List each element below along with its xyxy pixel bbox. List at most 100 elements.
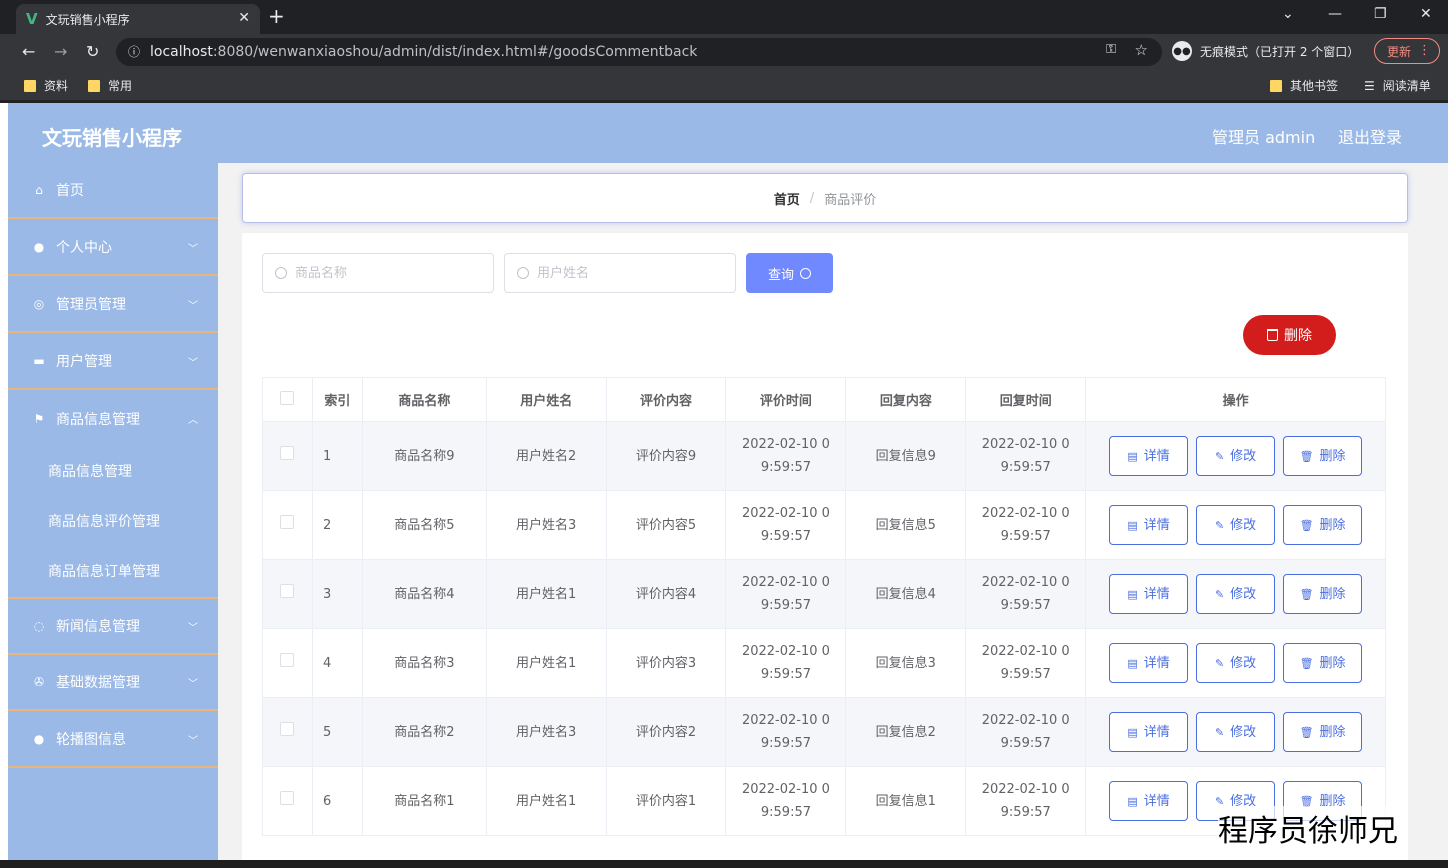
- detail-button[interactable]: ▤ 详情: [1109, 574, 1189, 614]
- bookmark-star-icon[interactable]: ☆: [1135, 41, 1148, 59]
- sidebar-item-news[interactable]: ◌ 新闻信息管理 ﹀: [8, 597, 218, 655]
- comment-time-cell: 2022-02-10 0 9:59:57: [725, 490, 847, 560]
- search-icon: [800, 267, 811, 279]
- edit-button[interactable]: ✎ 修改: [1196, 643, 1276, 683]
- sidebar-subitem-label: 商品信息评价管理: [48, 514, 160, 530]
- sidebar-item-goods[interactable]: ⚑ 商品信息管理 ︿: [8, 391, 218, 447]
- batch-delete-button[interactable]: 删除: [1243, 315, 1336, 355]
- detail-button[interactable]: ▤ 详情: [1109, 505, 1189, 545]
- edit-icon: ✎: [1214, 587, 1225, 601]
- select-all-checkbox[interactable]: [280, 390, 295, 405]
- update-button[interactable]: 更新 ⋮: [1374, 38, 1440, 64]
- bookmark-folder[interactable]: 常用: [88, 77, 132, 94]
- edit-button[interactable]: ✎ 修改: [1196, 574, 1276, 614]
- sidebar-item-profile[interactable]: ● 个人中心 ﹀: [8, 220, 218, 276]
- bookmark-label: 常用: [108, 79, 133, 93]
- lightbulb-icon: ●: [33, 732, 45, 746]
- back-icon[interactable]: ←: [22, 42, 35, 61]
- comment-time-line: 2022-02-10 0: [741, 713, 830, 728]
- row-checkbox[interactable]: [280, 721, 295, 736]
- sidebar-subitem-goods-order[interactable]: 商品信息订单管理: [8, 546, 218, 596]
- column-header: 评价内容: [605, 377, 727, 422]
- user-name-input[interactable]: [537, 265, 717, 281]
- delete-button[interactable]: 🗑 删除: [1283, 574, 1363, 614]
- reading-list-label: 阅读清单: [1382, 79, 1431, 93]
- edit-label: 修改: [1230, 448, 1257, 464]
- sidebar-subitem-goods-info[interactable]: 商品信息管理: [8, 446, 218, 496]
- reload-icon[interactable]: ↻: [86, 42, 99, 61]
- sidebar-subitem-goods-comment[interactable]: 商品信息评价管理: [8, 496, 218, 546]
- user-name-cell: 用户姓名2: [485, 421, 607, 491]
- sidebar-item-carousel[interactable]: ● 轮播图信息 ﹀: [8, 712, 218, 768]
- comment-time-line: 9:59:57: [760, 736, 811, 751]
- reading-list[interactable]: ☰ 阅读清单: [1364, 77, 1431, 94]
- goods-name-cell: 商品名称2: [361, 697, 487, 767]
- address-bar[interactable]: ⓘ localhost:8080/wenwanxiaoshou/admin/di…: [116, 38, 1162, 66]
- row-checkbox[interactable]: [280, 652, 295, 667]
- incognito-indicator[interactable]: ●● 无痕模式（已打开 2 个窗口）: [1172, 41, 1359, 61]
- detail-label: 详情: [1143, 655, 1170, 671]
- detail-button[interactable]: ▤ 详情: [1109, 712, 1189, 752]
- breadcrumb-home[interactable]: 首页: [774, 189, 800, 208]
- user-name-cell: 用户姓名3: [485, 697, 607, 767]
- row-checkbox[interactable]: [280, 583, 295, 598]
- comment-time-cell: 2022-02-10 0 9:59:57: [725, 421, 847, 491]
- delete-label: 删除: [1319, 586, 1346, 602]
- detail-button[interactable]: ▤ 详情: [1109, 436, 1189, 476]
- minimize-icon[interactable]: —: [1328, 6, 1342, 22]
- row-checkbox[interactable]: [280, 514, 295, 529]
- query-button[interactable]: 查询: [746, 253, 833, 293]
- site-info-icon[interactable]: ⓘ: [128, 43, 140, 60]
- goods-name-input[interactable]: [295, 265, 475, 281]
- edit-button[interactable]: ✎ 修改: [1196, 712, 1276, 752]
- delete-button[interactable]: 🗑 删除: [1283, 712, 1363, 752]
- user-name-cell: 用户姓名1: [485, 766, 607, 836]
- comment-time-cell: 2022-02-10 0 9:59:57: [725, 766, 847, 836]
- comment-time-line: 9:59:57: [760, 805, 811, 820]
- tab-title: 文玩销售小程序: [45, 12, 130, 27]
- user-name-cell: 用户姓名1: [485, 628, 607, 698]
- delete-label: 删除: [1319, 655, 1346, 671]
- new-tab-button[interactable]: +: [268, 4, 285, 28]
- forward-icon[interactable]: →: [54, 42, 67, 61]
- row-checkbox[interactable]: [280, 790, 295, 805]
- main-area: 首页 / 商品评价 查询 删除 索引: [218, 163, 1448, 868]
- comment-time-line: 9:59:57: [760, 460, 811, 475]
- sidebar-item-home[interactable]: ⌂ 首页: [8, 163, 218, 219]
- sidebar-item-users[interactable]: ▬ 用户管理 ﹀: [8, 334, 218, 390]
- trash-icon: [1267, 329, 1278, 341]
- comment-time-line: 2022-02-10 0: [741, 575, 830, 590]
- row-checkbox[interactable]: [280, 445, 295, 460]
- browser-tab[interactable]: V 文玩销售小程序 ✕: [16, 4, 260, 34]
- delete-button[interactable]: 🗑 删除: [1283, 436, 1363, 476]
- edit-button[interactable]: ✎ 修改: [1196, 505, 1276, 545]
- detail-label: 详情: [1143, 793, 1170, 809]
- sidebar-subitem-label: 商品信息订单管理: [48, 564, 160, 580]
- tab-search-icon[interactable]: ⌄: [1282, 6, 1294, 22]
- delete-button[interactable]: 🗑 删除: [1283, 505, 1363, 545]
- sidebar-subitem-label: 商品信息管理: [48, 464, 132, 480]
- comment-time-line: 2022-02-10 0: [741, 437, 830, 452]
- detail-button[interactable]: ▤ 详情: [1109, 643, 1189, 683]
- user-name-search[interactable]: [504, 253, 736, 293]
- restore-icon[interactable]: ❐: [1374, 6, 1387, 22]
- key-icon[interactable]: ⚿: [1106, 42, 1116, 57]
- column-header: 回复时间: [965, 377, 1087, 422]
- content-panel: 查询 删除 索引 商品名称 用户姓名 评价内容 评价时间 回复内容 回复时间: [242, 233, 1408, 868]
- close-window-icon[interactable]: ✕: [1420, 6, 1432, 22]
- sidebar-item-basic-data[interactable]: ✇ 基础数据管理 ﹀: [8, 655, 218, 711]
- edit-label: 修改: [1230, 724, 1257, 740]
- edit-button[interactable]: ✎ 修改: [1196, 436, 1276, 476]
- table-row: 3 商品名称4 用户姓名1 评价内容4 2022-02-10 0 9:59:57 回复信息4…: [262, 559, 1386, 629]
- sidebar-item-label: 个人中心: [56, 240, 112, 256]
- tab-close-icon[interactable]: ✕: [238, 10, 250, 26]
- detail-button[interactable]: ▤ 详情: [1109, 781, 1189, 821]
- sidebar-item-admin[interactable]: ◎ 管理员管理 ﹀: [8, 277, 218, 333]
- menu-dots-icon[interactable]: ⋮: [1418, 43, 1431, 58]
- bookmark-folder[interactable]: 资料: [24, 77, 68, 94]
- logout-button[interactable]: 退出登录: [1338, 124, 1402, 148]
- delete-button[interactable]: 🗑 删除: [1283, 643, 1363, 683]
- breadcrumb: 首页 / 商品评价: [242, 173, 1408, 223]
- other-bookmarks[interactable]: 其他书签: [1270, 77, 1338, 94]
- goods-name-search[interactable]: [262, 253, 494, 293]
